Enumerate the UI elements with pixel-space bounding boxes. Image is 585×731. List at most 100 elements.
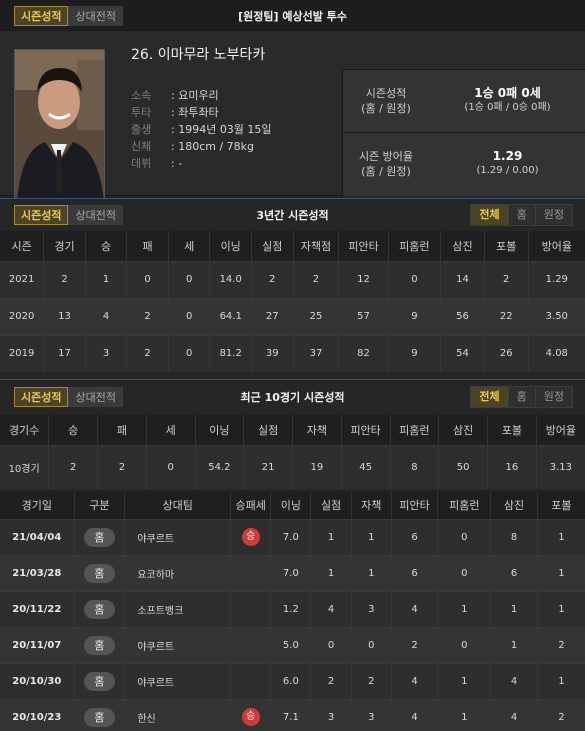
table-cell: 8 [390,444,440,489]
player-photo [14,49,105,201]
table-cell: 4 [391,698,439,731]
tab-head-to-head[interactable]: 상대전적 [68,5,123,26]
column-header: 이닝 [195,415,245,445]
season3-filter: 전체 홈 원정 [470,203,573,226]
home-away-pill: 홈 [83,563,115,583]
table-cell: 1 [351,554,392,591]
table-cell: 승 [230,698,272,731]
table-cell: 4 [391,590,439,627]
table-cell: 9 [388,334,442,372]
season-era-value: 1.29 (1.29 / 0.00) [429,149,585,178]
season-era-main: 1.29 [492,149,523,163]
table-cell: 1 [537,662,585,699]
table-cell: 14 [440,260,485,298]
column-header: 피안타 [341,415,391,445]
table-cell: 2 [310,662,352,699]
filter-all[interactable]: 전체 [471,204,508,225]
table-row: 2021 2 1 0 0 14.0 2 2 12 0 14 2 1.29 [0,260,585,298]
table-cell: 56 [440,297,485,335]
win-badge: 승 [241,708,260,727]
table-cell: 2 [391,626,439,663]
table-cell: 10경기 [0,444,50,489]
season3-tabs: 시즌성적 상대전적 [14,204,123,225]
table-cell: 0 [146,444,196,489]
opponent-team: 소프트뱅크 [124,590,232,627]
info-label: 소속 [131,89,152,102]
table-cell: 홈 [74,698,126,731]
column-header: 포볼 [537,491,585,519]
table-cell: 6 [391,554,439,591]
filter-home[interactable]: 홈 [507,387,535,407]
table-cell: 1 [437,590,492,627]
table-cell: 0 [388,260,442,298]
table-cell: 50 [438,444,488,489]
tab-season-stats[interactable]: 시즌성적 [14,387,69,407]
table-cell: 7.0 [270,554,312,591]
table-row: 2019 17 3 2 0 81.2 39 37 82 9 54 26 4.08 [0,334,585,372]
season-record-label: 시즌성적 [365,87,407,100]
table-cell: 26 [484,334,529,372]
info-value: : 요미우리 [171,89,219,102]
table-cell: 54 [440,334,485,372]
player-name: 26. 이마무라 노부타카 [131,47,266,63]
table-cell: 2019 [0,334,45,372]
filter-home[interactable]: 홈 [507,204,535,225]
tab-season-stats[interactable]: 시즌성적 [14,204,69,225]
table-cell: 0 [310,626,352,663]
table-cell: 4 [85,297,128,335]
table-row: 20/11/07 홈 야쿠르트 5.0 0 0 2 0 1 2 [0,626,585,663]
table-cell: 25 [293,297,340,335]
season3-table: 시즌 경기 승 패 세 이닝 실점 자책점 피안타 피홈런 삼진 포볼 방어율 2021 2 1 0 0 14.0… [0,231,585,372]
table-cell: 1 [490,590,538,627]
table-cell: 승 [230,518,272,555]
info-value: : 1994년 03월 15일 [171,123,272,136]
filter-all[interactable]: 전체 [471,387,508,407]
table-cell: 2 [126,297,169,335]
table-cell: 4 [490,698,538,731]
recent10-filter: 전체 홈 원정 [470,386,573,408]
filter-away[interactable]: 원정 [534,387,572,407]
table-cell: 17 [43,334,86,372]
home-away-pill: 홈 [83,527,115,547]
column-header: 포볼 [487,415,537,445]
filter-away[interactable]: 원정 [534,204,572,225]
table-cell: 1 [310,518,352,555]
table-cell: 8 [490,518,538,555]
tab-head-to-head[interactable]: 상대전적 [68,387,123,407]
column-header: 삼진 [438,415,488,445]
table-row: 21/03/28 홈 요코하마 7.0 1 1 6 0 6 1 [0,554,585,591]
tab-season-stats[interactable]: 시즌성적 [14,5,69,26]
table-cell: 64.1 [209,297,252,335]
table-cell: 82 [338,334,389,372]
table-cell: 0 [437,554,492,591]
table-cell: 6.0 [270,662,312,699]
season-record-sublabel: (홈 / 원정) [361,102,411,115]
table-cell: 39 [251,334,294,372]
game-date: 21/04/04 [0,518,75,555]
table-cell [230,554,272,591]
table-cell: 54.2 [195,444,245,489]
table-cell: 7.1 [270,698,312,731]
table-cell: 홈 [74,626,126,663]
column-header: 승패세 [230,491,272,519]
column-header: 피홈런 [437,491,492,519]
table-cell: 0 [126,260,169,298]
info-label: 출생 [131,123,152,136]
table-cell: 3 [310,698,352,731]
table-cell: 0 [437,626,492,663]
table-cell: 21 [243,444,293,489]
table-cell: 3.50 [528,297,585,335]
tab-head-to-head[interactable]: 상대전적 [68,204,123,225]
column-header: 포볼 [484,231,529,261]
table-cell: 19 [292,444,342,489]
table-row: 2020 13 4 2 0 64.1 27 25 57 9 56 22 3.50 [0,297,585,335]
column-header: 세 [168,231,211,261]
table-cell: 3.13 [536,444,585,489]
table-cell: 1 [537,590,585,627]
table-cell: 홈 [74,554,126,591]
table-cell: 4 [391,662,439,699]
info-row: 투타: 좌투좌타 [131,104,272,121]
table-cell: 2 [126,334,169,372]
game-date: 20/10/30 [0,662,75,699]
info-row: 신체: 180cm / 78kg [131,138,272,155]
